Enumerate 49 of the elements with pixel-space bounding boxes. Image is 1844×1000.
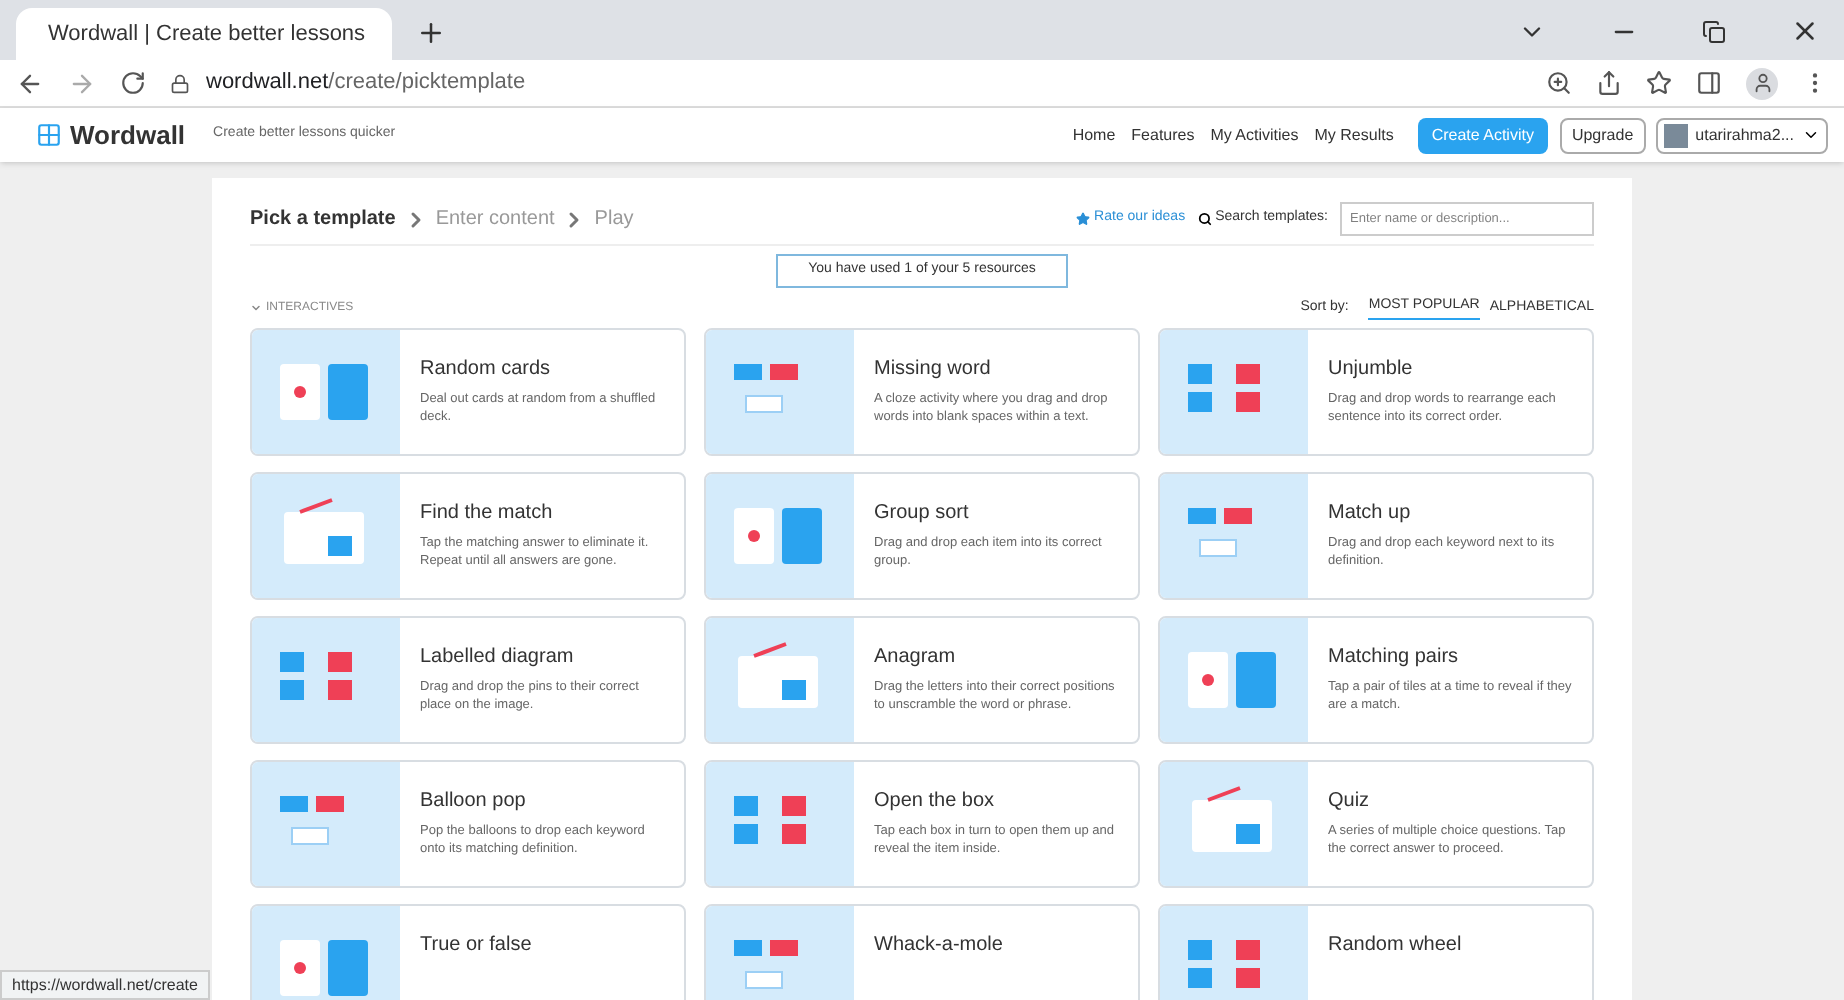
user-menu[interactable]: utarirahma2... [1655, 117, 1828, 153]
user-avatar [1663, 123, 1688, 147]
reload-icon[interactable] [120, 70, 146, 96]
profile-avatar[interactable] [1746, 67, 1778, 99]
template-card[interactable]: Whack-a-mole [704, 904, 1140, 1000]
tab-title: Wordwall | Create better lessons [48, 19, 366, 50]
template-title: Random wheel [1328, 932, 1462, 960]
nav-link[interactable]: My Activities [1210, 123, 1299, 147]
restore-icon[interactable] [1702, 19, 1726, 43]
close-window-icon[interactable] [1790, 16, 1820, 46]
nav-link[interactable]: Home [1072, 123, 1116, 147]
logo-icon [36, 122, 62, 148]
template-title: Find the match [420, 500, 555, 528]
caret-icon [1802, 126, 1820, 144]
template-card[interactable]: True or false [250, 904, 686, 1000]
template-card[interactable]: Random wheel [1158, 904, 1594, 1000]
breadcrumb-step: Play [594, 204, 634, 234]
share-icon[interactable] [1596, 70, 1622, 96]
template-title: Labelled diagram [420, 644, 576, 672]
template-title: Group sort [874, 500, 971, 528]
template-title: Balloon pop [420, 788, 528, 816]
template-title: Quiz [1328, 788, 1372, 816]
template-title: Unjumble [1328, 356, 1415, 384]
lock-icon [170, 73, 190, 93]
star-icon [1076, 212, 1091, 226]
template-title: Anagram [874, 644, 958, 672]
back-icon[interactable] [16, 69, 44, 97]
bookmark-star-icon[interactable] [1646, 70, 1672, 96]
breadcrumb-step: Enter content [435, 204, 555, 234]
zoom-icon[interactable] [1546, 70, 1572, 96]
nav-link[interactable]: My Results [1314, 123, 1394, 147]
template-title: Matching pairs [1328, 644, 1461, 672]
side-panel-icon[interactable] [1696, 70, 1722, 96]
new-tab-icon[interactable] [416, 18, 446, 48]
logo-text[interactable]: Wordwall [70, 115, 186, 155]
template-title: True or false [420, 932, 532, 960]
template-title: Open the box [874, 788, 997, 816]
url-field[interactable]: wordwall.net/create/picktemplate [206, 66, 526, 100]
upgrade-button[interactable]: Upgrade [1559, 117, 1646, 153]
status-url-tooltip: https://wordwall.net/create [0, 970, 210, 1000]
template-title: Whack-a-mole [874, 932, 1003, 960]
search-icon [1197, 212, 1212, 226]
template-title: Missing word [874, 356, 993, 384]
template-title: Match up [1328, 500, 1413, 528]
template-title: Random cards [420, 356, 553, 384]
breadcrumb-step: Pick a template [250, 204, 396, 234]
nav-link[interactable]: Features [1131, 123, 1195, 147]
browser-tab[interactable]: Wordwall | Create better lessons [16, 8, 392, 60]
collapse-caret-icon[interactable] [250, 302, 262, 314]
